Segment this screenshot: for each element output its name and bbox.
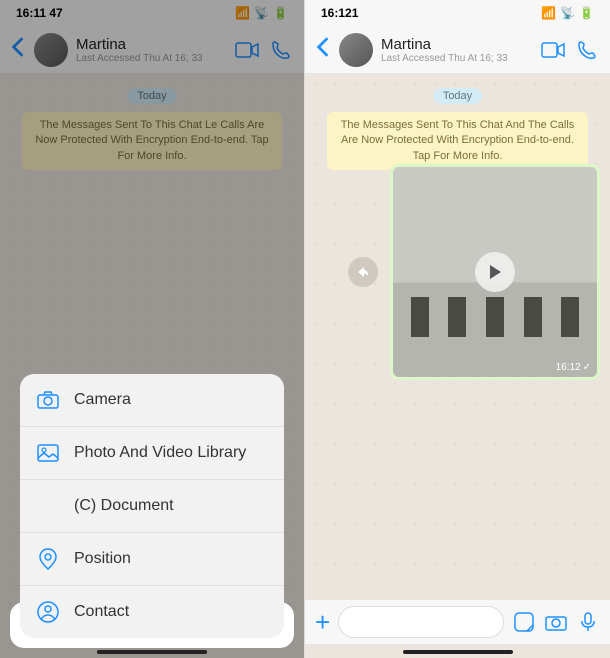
sheet-library-label: Photo And Video Library — [74, 444, 246, 462]
status-time: 16:121 — [321, 6, 358, 20]
sheet-camera[interactable]: Camera — [20, 374, 284, 427]
video-message[interactable]: 16:12✓ — [390, 164, 600, 380]
input-bar: + — [305, 600, 610, 644]
status-icons: 📶 📡 🔋 — [541, 6, 594, 20]
forward-icon[interactable] — [348, 257, 378, 287]
phone-left: 16:11 47 📶 📡 🔋 Martina Last Accessed Thu… — [0, 0, 305, 658]
camera-input-icon[interactable] — [544, 613, 568, 631]
location-icon — [36, 547, 60, 571]
mic-icon[interactable] — [576, 612, 600, 632]
sheet-contact[interactable]: Contact — [20, 586, 284, 638]
contact-name: Martina — [381, 36, 508, 53]
signal-icon: 📶 — [541, 6, 556, 20]
video-thumbnail[interactable]: 16:12✓ — [393, 167, 597, 377]
read-check-icon: ✓ — [583, 362, 591, 373]
document-icon — [36, 494, 60, 518]
sheet-contact-label: Contact — [74, 603, 129, 621]
sheet-camera-label: Camera — [74, 391, 131, 409]
phone-right: 16:121 📶 📡 🔋 Martina Last Accessed Thu A… — [305, 0, 610, 658]
message-input[interactable] — [338, 606, 504, 638]
wifi-icon: 📡 — [560, 6, 575, 20]
camera-icon — [36, 388, 60, 412]
sticker-icon[interactable] — [512, 612, 536, 632]
home-indicator[interactable] — [97, 650, 207, 654]
sheet-library[interactable]: Photo And Video Library — [20, 427, 284, 480]
attach-button[interactable]: + — [315, 607, 330, 638]
contact-icon — [36, 600, 60, 624]
home-indicator[interactable] — [403, 650, 513, 654]
avatar[interactable] — [339, 33, 373, 67]
sheet-document[interactable]: (C) Document — [20, 480, 284, 533]
message-time: 16:12✓ — [556, 362, 591, 373]
last-seen: Last Accessed Thu At 16; 33 — [381, 53, 508, 64]
chat-header: Martina Last Accessed Thu At 16; 33 — [305, 26, 610, 74]
video-call-icon[interactable] — [540, 39, 566, 61]
sheet-position-label: Position — [74, 550, 131, 568]
call-icon[interactable] — [574, 39, 600, 61]
battery-icon: 🔋 — [579, 6, 594, 20]
sheet-document-label: (C) Document — [74, 497, 174, 515]
attachment-sheet: Camera Photo And Video Library (C) Docum… — [10, 594, 294, 648]
chat-area[interactable]: Today The Messages Sent To This Chat And… — [305, 74, 610, 658]
date-pill: Today — [433, 88, 482, 104]
encryption-notice[interactable]: The Messages Sent To This Chat And The C… — [327, 112, 588, 170]
status-bar: 16:121 📶 📡 🔋 — [305, 0, 610, 26]
back-button[interactable] — [315, 36, 331, 63]
play-icon[interactable] — [475, 252, 515, 292]
photo-icon — [36, 441, 60, 465]
sheet-position[interactable]: Position — [20, 533, 284, 586]
contact-info[interactable]: Martina Last Accessed Thu At 16; 33 — [381, 36, 508, 64]
